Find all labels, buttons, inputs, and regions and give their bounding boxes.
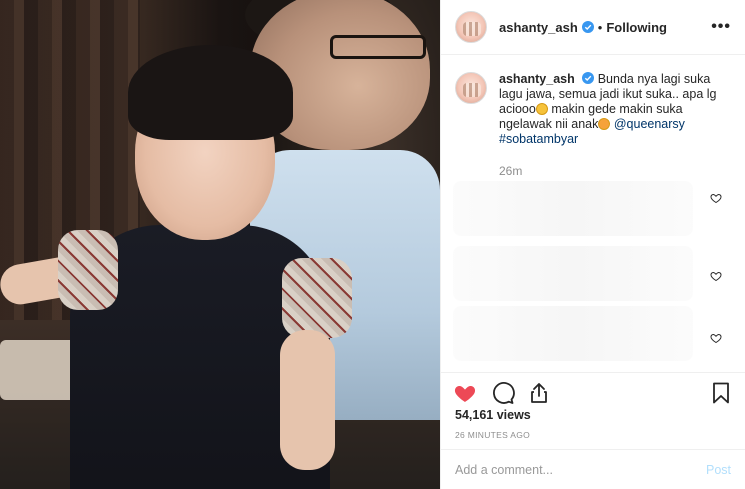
girl-hair [128, 45, 293, 140]
more-icon[interactable]: ••• [711, 18, 731, 36]
verified-icon [582, 72, 595, 84]
girl-left-sleeve [58, 230, 118, 310]
heart-icon[interactable] [453, 381, 477, 405]
post-video[interactable] [0, 0, 440, 489]
man-glasses [330, 35, 426, 59]
caption-text: ashanty_ash Bunda nya lagi suka lagu jaw… [499, 72, 735, 147]
emoji-star-eyes [598, 118, 611, 130]
add-comment-section: Post [441, 449, 745, 489]
comment-input[interactable] [455, 460, 685, 480]
comments-area[interactable]: ashanty_ash Bunda nya lagi suka lagu jaw… [441, 56, 745, 371]
header-separator: • [597, 19, 603, 35]
caption-avatar[interactable] [455, 72, 487, 104]
small-heart-icon[interactable] [710, 332, 722, 344]
caption-time: 26m [499, 164, 523, 178]
following-button[interactable]: Following [606, 20, 667, 35]
comment-icon[interactable] [491, 381, 515, 405]
caption-mention[interactable]: @queenarsy [614, 117, 685, 131]
header-username[interactable]: ashanty_ash [499, 20, 578, 35]
comment-placeholder-block [453, 306, 693, 361]
girl-right-sleeve [282, 258, 352, 338]
post-timestamp: 26 MINUTES AGO [455, 430, 531, 440]
caption-hashtag[interactable]: #sobatambyar [499, 132, 578, 146]
post-sidebar: ashanty_ash • Following ••• ashanty_ash … [440, 0, 745, 489]
comment-placeholder-block [453, 246, 693, 301]
post-button[interactable]: Post [706, 463, 731, 477]
bookmark-icon[interactable] [709, 381, 733, 405]
caption: ashanty_ash Bunda nya lagi suka lagu jaw… [455, 72, 737, 147]
comment-placeholder-block [453, 181, 693, 236]
emoji-grin [535, 103, 548, 115]
header-avatar[interactable] [455, 11, 487, 43]
post-header: ashanty_ash • Following ••• [441, 0, 745, 55]
caption-username[interactable]: ashanty_ash [499, 72, 575, 86]
view-count[interactable]: 54,161 views [455, 408, 531, 422]
small-heart-icon[interactable] [710, 270, 722, 282]
verified-icon [581, 21, 594, 33]
action-bar [441, 372, 745, 408]
post-modal: ashanty_ash • Following ••• ashanty_ash … [0, 0, 745, 489]
share-icon[interactable] [527, 381, 551, 405]
small-heart-icon[interactable] [710, 192, 722, 204]
girl-right-arm [280, 330, 335, 470]
